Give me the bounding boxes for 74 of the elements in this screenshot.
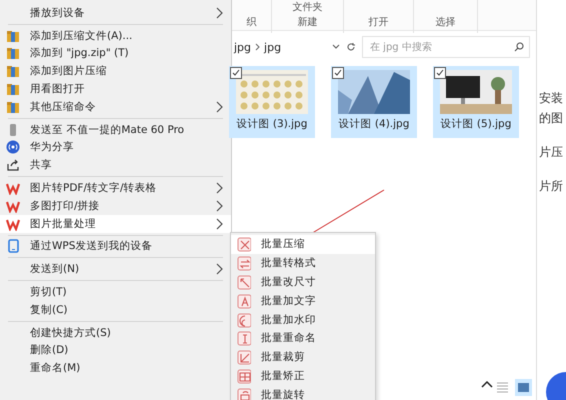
submenu-item[interactable]: 批量转格式 bbox=[231, 254, 375, 273]
page-text: 片压 bbox=[539, 144, 564, 161]
grid-icon bbox=[237, 368, 251, 383]
chevron-down-icon[interactable] bbox=[332, 44, 340, 50]
submenu-item[interactable]: 批量加水印 bbox=[231, 310, 375, 329]
ribbon-group-label: 织 bbox=[246, 16, 256, 29]
submenu-item[interactable]: 批量裁剪 bbox=[231, 348, 375, 367]
submenu-item[interactable]: 批量矫正 bbox=[231, 366, 375, 386]
checkbox[interactable] bbox=[332, 67, 344, 79]
menu-item[interactable]: 重命名(M) bbox=[0, 359, 231, 378]
chevron-right-icon bbox=[255, 43, 260, 51]
menu-item[interactable]: 图片批量处理 bbox=[0, 214, 231, 233]
watermark-icon bbox=[237, 312, 251, 327]
submenu-item[interactable]: 批量重命名 bbox=[231, 328, 375, 348]
compress-icon bbox=[237, 237, 251, 252]
menu-item[interactable]: 播放到设备 bbox=[0, 4, 231, 22]
convert-icon bbox=[237, 256, 251, 270]
list-icon bbox=[496, 381, 509, 394]
submenu-item[interactable]: 批量压缩 bbox=[231, 235, 375, 254]
submenu-item[interactable]: 批量改尺寸 bbox=[231, 272, 375, 292]
menu-item[interactable]: 复制(C) bbox=[0, 300, 231, 319]
breadcrumb-item[interactable]: jpg bbox=[264, 40, 282, 54]
archive-icon bbox=[6, 100, 20, 114]
archive-icon bbox=[6, 82, 20, 96]
menu-item[interactable]: 发送至 不值一提的Mate 60 Pro bbox=[0, 120, 231, 139]
crop-icon bbox=[237, 350, 251, 364]
submenu-item[interactable]: 批量加文字 bbox=[231, 291, 375, 310]
breadcrumb-item[interactable]: jpg bbox=[234, 40, 252, 54]
wps-logo-icon bbox=[6, 198, 20, 213]
page-text: 的图 bbox=[539, 110, 564, 127]
menu-item[interactable]: 添加到 "jpg.zip" (T) bbox=[0, 44, 231, 62]
menu-item[interactable]: 其他压缩命令 bbox=[0, 98, 231, 116]
ribbon-group-label: 打开 bbox=[368, 16, 388, 29]
refresh-icon[interactable] bbox=[346, 42, 356, 52]
file-tile[interactable]: 设计图 (5).jpg bbox=[433, 66, 519, 138]
archive-icon bbox=[6, 28, 20, 43]
menu-item[interactable]: 发送到(N) bbox=[0, 260, 231, 278]
wireless-icon bbox=[6, 140, 20, 154]
thumbnail-view-button[interactable] bbox=[515, 379, 532, 396]
file-tile[interactable]: 设计图 (4).jpg bbox=[331, 66, 417, 138]
page-text: 安装 bbox=[539, 90, 564, 107]
thumbnail-icon bbox=[517, 381, 530, 394]
tablet-icon bbox=[6, 239, 20, 254]
ribbon-group-label: 选择 bbox=[436, 16, 456, 29]
ribbon-group-label: 新建 bbox=[298, 16, 318, 29]
search-icon bbox=[514, 42, 524, 52]
menu-item[interactable]: 创建快捷方式(S) bbox=[0, 324, 231, 342]
search-field[interactable]: 在 jpg 中搜索 bbox=[362, 36, 530, 58]
wps-logo-icon bbox=[6, 181, 20, 196]
search-input[interactable]: 在 jpg 中搜索 bbox=[368, 40, 514, 54]
share-icon bbox=[6, 158, 20, 172]
file-tile[interactable]: 设计图 (3).jpg bbox=[229, 66, 315, 138]
menu-item[interactable]: 多图打印/拼接 bbox=[0, 196, 231, 215]
page-text: 片所 bbox=[539, 178, 564, 195]
checkbox[interactable] bbox=[434, 67, 446, 79]
submenu-item[interactable]: 批量旋转 bbox=[231, 385, 375, 400]
menu-item[interactable]: 通过WPS发送到我的设备 bbox=[0, 238, 231, 256]
menu-item[interactable]: 华为分享 bbox=[0, 138, 231, 156]
rename-icon bbox=[237, 331, 251, 346]
text-icon bbox=[237, 294, 251, 308]
menu-item[interactable]: 添加到压缩文件(A)... bbox=[0, 26, 231, 45]
menu-item[interactable]: 添加到图片压缩 bbox=[0, 62, 231, 80]
menu-item[interactable]: 用看图打开 bbox=[0, 80, 231, 98]
menu-item[interactable]: 删除(D) bbox=[0, 342, 231, 360]
menu-item[interactable]: 图片转PDF/转文字/转表格 bbox=[0, 179, 231, 197]
archive-icon bbox=[6, 46, 20, 60]
archive-icon bbox=[6, 64, 20, 78]
ribbon-label: 文件夹 bbox=[292, 0, 322, 14]
wps-logo-icon bbox=[6, 216, 20, 231]
menu-item[interactable]: 剪切(T) bbox=[0, 283, 231, 301]
resize-icon bbox=[237, 274, 251, 289]
chevron-up-icon[interactable] bbox=[481, 380, 493, 388]
menu-item[interactable]: 共享 bbox=[0, 156, 231, 174]
checkbox[interactable] bbox=[230, 67, 242, 79]
